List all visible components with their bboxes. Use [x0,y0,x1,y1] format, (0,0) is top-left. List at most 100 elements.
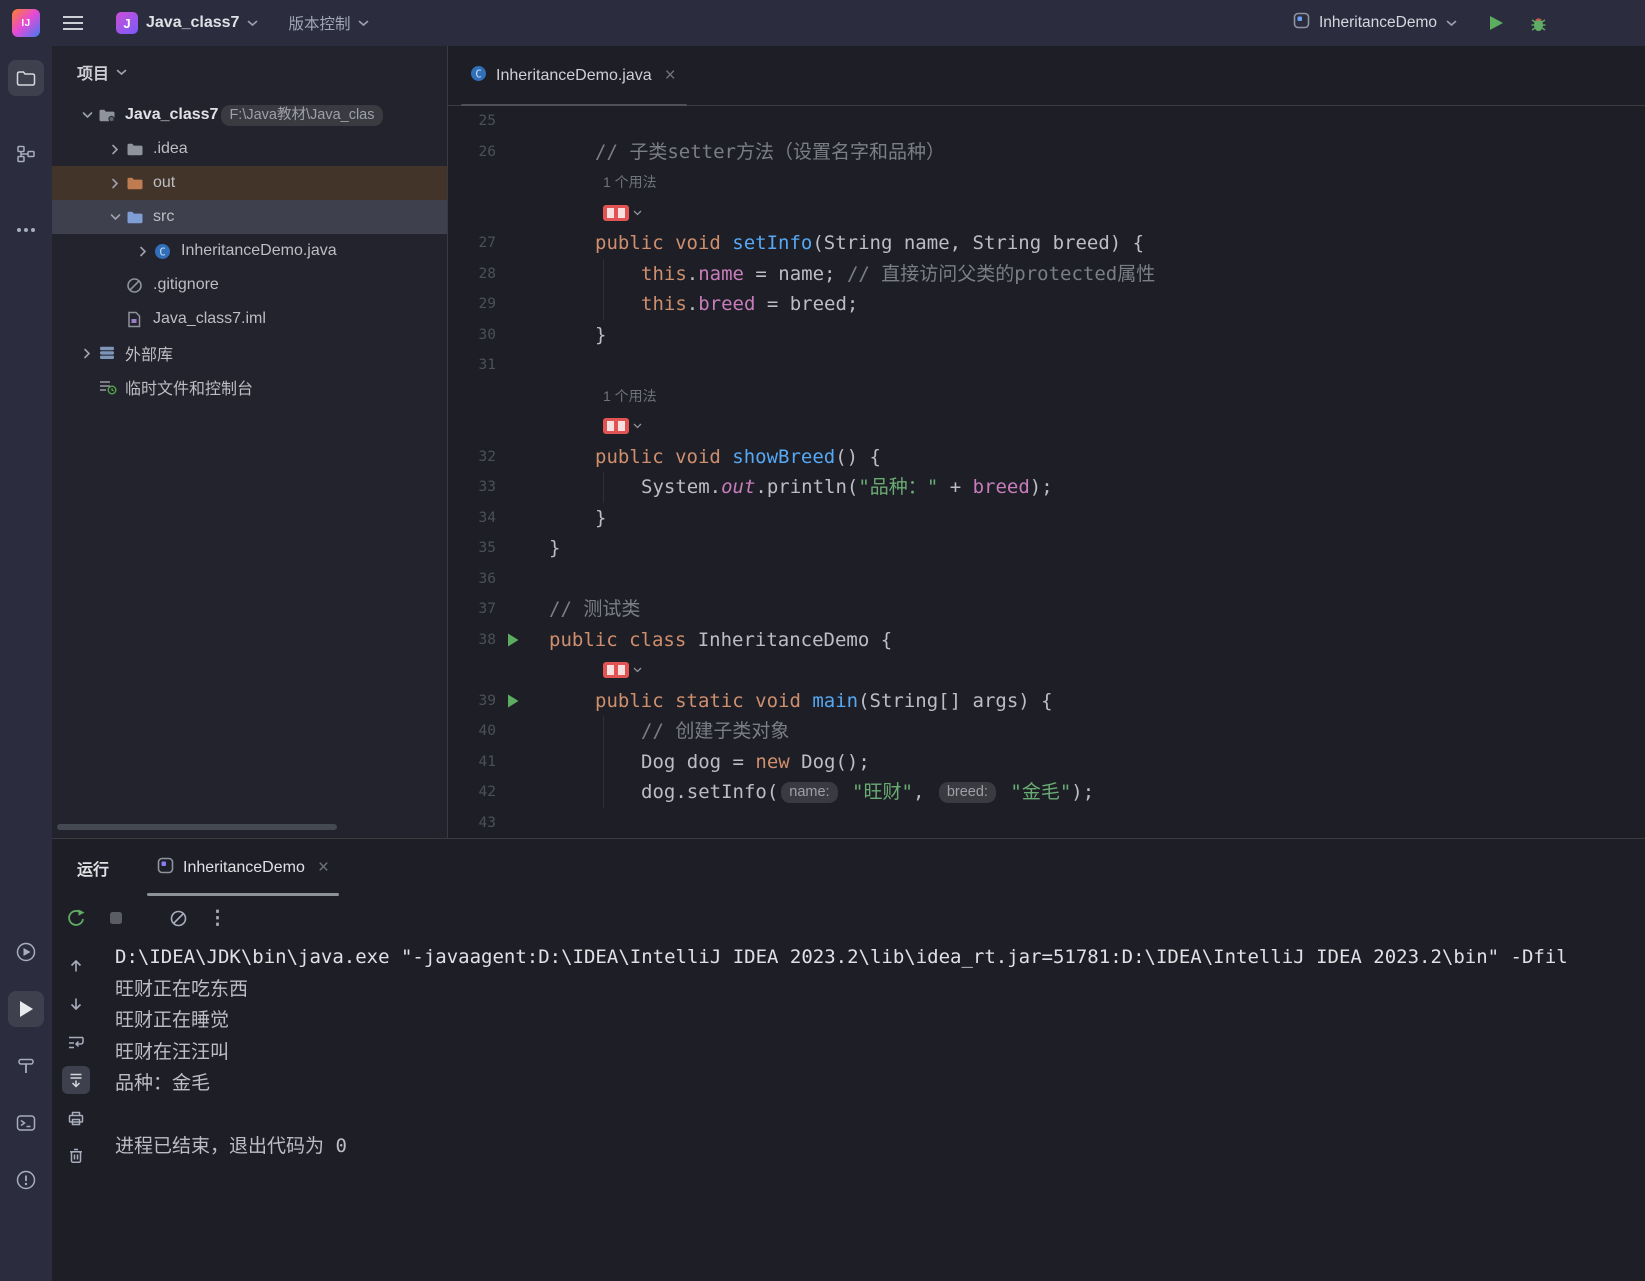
editor-gutter [496,442,549,473]
stop-button[interactable] [104,906,128,930]
code-token: (String[] args) { [858,689,1053,712]
project-avatar: J [116,12,138,34]
chevron-down-icon[interactable] [104,213,126,221]
code-token: showBreed [732,445,836,468]
editor-gutter [496,320,549,351]
chevron-right-icon[interactable] [104,144,126,155]
run-button[interactable] [1479,6,1513,40]
usages-inlay[interactable]: 1 个用法 [448,167,1645,198]
editor-gutter [496,716,549,747]
soft-wrap-button[interactable] [62,1028,90,1056]
project-name: Java_class7 [146,14,240,31]
close-icon[interactable]: × [318,858,329,877]
arrow-up-icon [70,959,82,972]
code-token: breed [698,293,756,315]
code-line-39: 39 public static void main(String[] args)… [448,686,1645,717]
chevron-right-icon[interactable] [132,246,154,257]
line-number: 37 [478,601,496,617]
build-tool-button[interactable] [8,1048,44,1084]
run-configuration-widget[interactable]: InheritanceDemo [1285,7,1465,39]
vcs-selector[interactable]: 版本控制 [280,7,377,39]
code-token: this [641,293,687,315]
more-vertical-icon: ⋮ [208,907,228,929]
code-token: // 测试类 [549,598,641,620]
debug-button[interactable] [1521,6,1555,40]
main-menu-button[interactable] [56,6,90,40]
code-token: . [686,262,699,285]
tree-row--gitignore[interactable]: .gitignore [52,268,447,302]
hamburger-icon [63,16,83,30]
rerun-button[interactable] [64,906,88,930]
code-line-43: 43 [448,808,1645,838]
close-icon[interactable]: × [665,66,676,85]
coverage-button[interactable] [166,906,190,930]
app-window-icon [157,857,174,879]
code-token: (String name, String breed) { [812,232,1145,254]
editor-area: C InheritanceDemo.java × 25 26 // 子类setter… [448,46,1645,838]
project-panel-header[interactable]: 项目 [52,46,447,98]
print-button[interactable] [62,1104,90,1132]
tree-label: .idea [153,140,188,157]
horizontal-scrollbar[interactable] [57,824,337,830]
code-token: public class [549,628,698,651]
more-options-button[interactable]: ⋮ [206,906,230,930]
problems-tool-button[interactable] [8,1162,44,1198]
editor-gutter [496,747,549,778]
chevron-right-icon[interactable] [104,178,126,189]
tree-row-java-class7[interactable]: Java_class7 F:\Java教材\Java_clas [52,98,447,132]
chevron-down-icon[interactable] [76,111,98,119]
code-line-25: 25 [448,106,1645,137]
java-class-icon: C [470,65,487,87]
code-line-32: 32 public void showBreed() { [448,442,1645,473]
tree-row-inheritancedemo-java[interactable]: C InheritanceDemo.java [52,234,447,268]
line-number: 27 [478,235,496,251]
editor-gutter [496,289,549,320]
editor-tab-bar: C InheritanceDemo.java × [448,46,1645,106]
code-token: System. [641,476,722,498]
tree-row-java-class7-iml[interactable]: Java_class7.iml [52,302,447,336]
run-line-icon[interactable] [506,693,520,709]
tree-row-src[interactable]: src [52,200,447,234]
svg-text:C: C [475,68,481,80]
clear-console-button[interactable] [62,1142,90,1170]
author-badge-inlay[interactable] [448,198,1645,229]
code-line-41: 41 Dog dog = new Dog(); [448,746,1645,778]
code-token: ); [1029,476,1053,498]
code-line-27: 27 public void setInfo(String name, Strin… [448,228,1645,259]
more-tool-windows-button[interactable] [8,212,44,248]
chevron-right-icon[interactable] [76,348,98,359]
scroll-to-end-button[interactable] [62,1066,90,1094]
indent-guide [603,777,604,808]
run-panel-header: 运行 InheritanceDemo × [52,839,1645,896]
terminal-tool-button[interactable] [8,1105,44,1141]
author-badge-inlay[interactable] [448,655,1645,686]
run-line-icon[interactable] [506,632,520,648]
up-stack-trace-button[interactable] [62,952,90,980]
line-number: 42 [478,784,496,800]
code-token: ); [1071,781,1095,803]
down-stack-trace-button[interactable] [62,990,90,1018]
usages-inlay[interactable]: 1 个用法 [448,381,1645,412]
run-toolbar: ⋮ [52,896,1645,940]
tree-row-临时文件和控制台[interactable]: 临时文件和控制台 [52,370,447,404]
project-panel-title: 项目 [77,66,110,83]
structure-tool-button[interactable] [8,136,44,172]
parameter-hint: name: [781,782,838,803]
code-line-40: 40 // 创建子类对象 [448,716,1645,747]
author-badge-inlay[interactable] [448,411,1645,442]
run-tab[interactable]: InheritanceDemo × [145,839,341,896]
indent-guide [603,716,604,747]
project-selector[interactable]: J Java_class7 [108,7,266,39]
code-token: + [938,476,973,498]
services-icon [16,942,36,962]
tree-row--idea[interactable]: .idea [52,132,447,166]
run-tool-button[interactable] [8,991,44,1027]
services-tool-button[interactable] [8,934,44,970]
editor-tab[interactable]: C InheritanceDemo.java × [458,46,690,106]
line-number: 40 [478,723,496,739]
editor-gutter [496,594,549,625]
project-tool-button[interactable] [8,60,44,96]
tree-row-外部库[interactable]: 外部库 [52,336,447,370]
line-number: 30 [478,326,496,343]
tree-row-out[interactable]: out [52,166,447,200]
